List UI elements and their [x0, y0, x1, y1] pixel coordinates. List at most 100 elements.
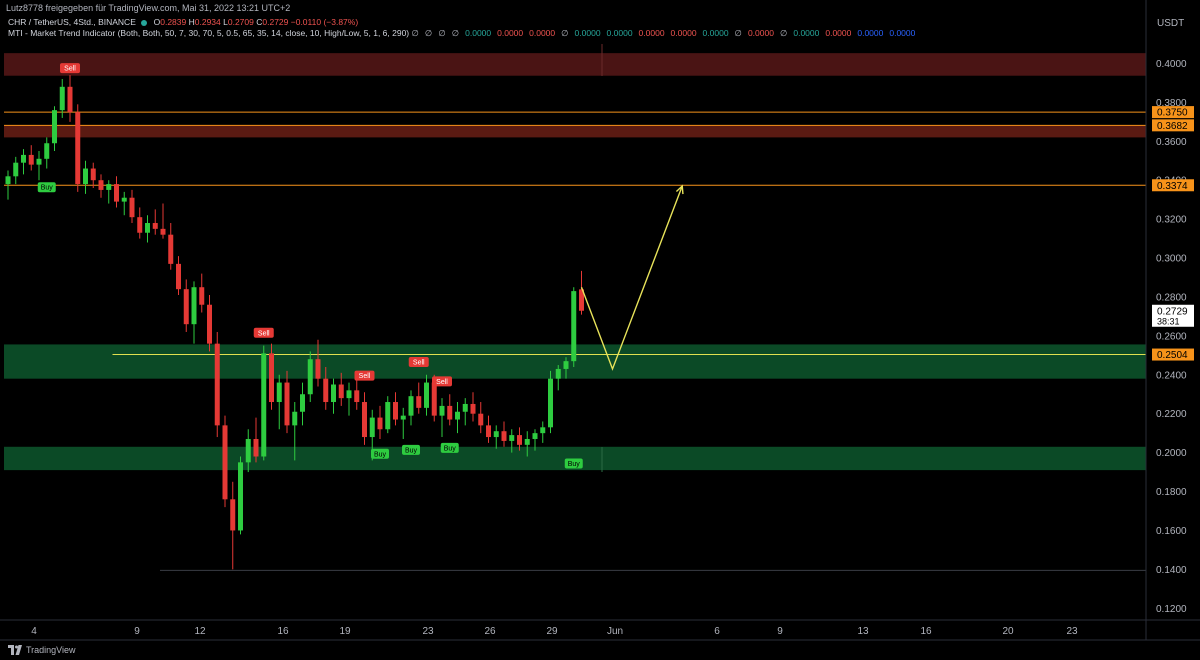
candle-body	[331, 384, 336, 403]
x-tick-label: 20	[1002, 626, 1014, 637]
candle-body	[462, 403, 468, 412]
signal-text: Sell	[359, 373, 371, 380]
candle-body	[501, 431, 507, 441]
x-tick-label: 12	[194, 626, 206, 637]
footer-bar: TradingView	[0, 640, 1200, 660]
y-tick-label: 0.3600	[1156, 137, 1187, 148]
y-tick-label: 0.2200	[1156, 409, 1187, 420]
candle-body	[176, 263, 181, 290]
candle-body	[214, 343, 220, 426]
candle-body	[5, 176, 11, 185]
candle-body	[393, 402, 398, 420]
candle-body	[338, 384, 344, 399]
signal-text: Buy	[405, 447, 418, 454]
candle-body	[323, 378, 329, 403]
price-zone	[4, 53, 1146, 76]
candle-body	[168, 234, 174, 264]
candle-body	[424, 382, 429, 408]
x-tick-label: 6	[714, 626, 720, 637]
y-tick-label: 0.1800	[1156, 487, 1187, 498]
x-tick-label: 9	[134, 626, 140, 637]
projection-path	[580, 185, 683, 371]
candle-body	[21, 154, 26, 163]
candle-body	[362, 402, 367, 438]
candle-body	[439, 405, 445, 416]
candle-body	[145, 223, 150, 233]
candle-body	[90, 168, 96, 181]
candle-body	[517, 435, 522, 445]
candle-body	[106, 184, 112, 190]
candle-body	[83, 168, 88, 185]
candle-body	[563, 361, 569, 369]
candle-body	[431, 382, 437, 416]
signal-text: Sell	[64, 66, 76, 73]
price-label-text: 0.3374	[1157, 181, 1188, 192]
candle-body	[400, 415, 406, 420]
candle-body	[447, 405, 453, 420]
signal-text: Buy	[374, 451, 387, 458]
candle-body	[540, 427, 546, 434]
price-zone	[4, 125, 1146, 138]
candle-body	[571, 291, 577, 362]
candle-body	[292, 411, 298, 426]
x-tick-label: 19	[339, 626, 351, 637]
candle-body	[28, 154, 34, 165]
candle-body	[13, 162, 19, 177]
candle-body	[478, 413, 484, 426]
candle-body	[307, 359, 313, 395]
x-tick-label: 26	[484, 626, 496, 637]
candle-body	[75, 112, 81, 185]
candle-body	[253, 438, 259, 457]
x-tick-label: 16	[920, 626, 932, 637]
candle-body	[98, 180, 104, 190]
candle-body	[377, 417, 383, 430]
y-tick-label: 0.3000	[1156, 254, 1187, 265]
signal-text: Sell	[413, 359, 425, 366]
candle-body	[183, 289, 189, 325]
candle-body	[408, 396, 414, 416]
candle-body	[369, 417, 375, 438]
candle-body	[230, 499, 236, 531]
candle-body	[548, 378, 553, 428]
candle-body	[199, 287, 205, 305]
candle-body	[385, 402, 391, 430]
candle-body	[160, 228, 166, 235]
price-chart[interactable]: Sell Buy Sell Sell Sell Sell Buy Buy Buy Buy 0.400…	[0, 0, 1200, 660]
candle-body	[555, 368, 561, 379]
y-tick-label: 0.3200	[1156, 215, 1187, 226]
candle-body	[470, 403, 476, 414]
x-tick-label: 4	[31, 626, 37, 637]
candle-body	[276, 382, 282, 403]
candle-body	[44, 143, 50, 159]
y-tick-label: 0.2800	[1156, 292, 1187, 303]
signal-text: Buy	[41, 185, 54, 192]
candle-body	[52, 110, 57, 144]
candle-body	[238, 462, 243, 531]
x-tick-label: 16	[277, 626, 289, 637]
candle-body	[354, 390, 360, 403]
x-tick-label: 23	[422, 626, 434, 637]
signal-text: Sell	[436, 379, 448, 386]
y-tick-label: 0.1600	[1156, 526, 1187, 537]
y-tick-label: 0.2600	[1156, 331, 1187, 342]
price-label-text: 0.2504	[1157, 350, 1188, 361]
footer-brand: TradingView	[26, 645, 76, 655]
candle-body	[509, 435, 515, 441]
candle-body	[346, 390, 352, 399]
y-tick-label: 0.2400	[1156, 370, 1187, 381]
price-label-text: 0.3750	[1157, 108, 1188, 119]
candle-body	[269, 353, 274, 403]
bar-countdown: 38:31	[1157, 316, 1180, 326]
candle-body	[152, 223, 158, 229]
signal-text: Buy	[444, 445, 457, 452]
y-tick-label: 0.1400	[1156, 565, 1187, 576]
candle-body	[245, 438, 251, 463]
y-tick-label: 0.1200	[1156, 604, 1187, 615]
candle-body	[455, 411, 460, 420]
y-tick-label: 0.4000	[1156, 59, 1187, 70]
candle-body	[114, 184, 119, 202]
candle-body	[284, 382, 290, 426]
price-label-text: 0.3682	[1157, 121, 1188, 132]
tradingview-logo-icon	[8, 645, 22, 655]
y-tick-label: 0.2000	[1156, 448, 1187, 459]
